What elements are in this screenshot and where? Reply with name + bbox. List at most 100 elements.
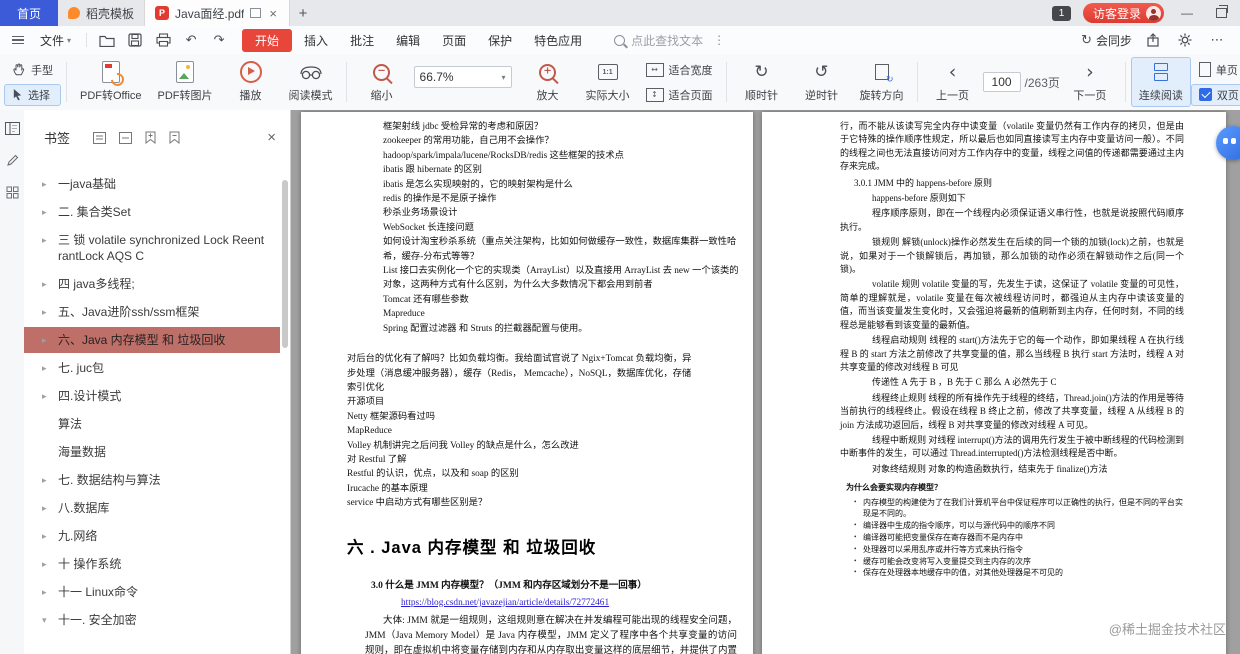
bookmark-panel-icon[interactable] bbox=[4, 120, 20, 136]
menu-tab[interactable]: 特色应用 bbox=[524, 29, 592, 52]
page-number-input[interactable] bbox=[982, 72, 1021, 92]
fit-page-button[interactable]: ↕ 适合页面 bbox=[638, 84, 721, 106]
read-mode-button[interactable]: 阅读模式 bbox=[281, 57, 341, 107]
bookmark-item[interactable]: 五、Java进阶ssh/ssm框架 bbox=[24, 299, 280, 325]
bookmark-item[interactable]: 七. juc包 bbox=[24, 355, 280, 381]
bookmarks-sidebar: 书签 × 一java基础二. 集合类Set三 锁 volatile synchr… bbox=[24, 110, 291, 654]
restore-button[interactable] bbox=[1210, 2, 1232, 24]
doc-paragraph: volatile 规则 volatile 变量的写，先发生于读，这保证了 vol… bbox=[840, 279, 1184, 330]
zoom-out-button[interactable]: 缩小 bbox=[352, 57, 412, 107]
select-label: 选择 bbox=[28, 89, 50, 102]
rotate-direction-icon bbox=[874, 64, 894, 85]
doc-text-line: zookeeper 的常用功能，自己用不会操作？ bbox=[383, 136, 554, 147]
bookmark-item[interactable]: 七. 数据结构与算法 bbox=[24, 467, 280, 493]
open-file-icon[interactable] bbox=[96, 29, 118, 51]
bookmark-item[interactable]: 海量数据 bbox=[24, 439, 280, 465]
tab-close-icon[interactable]: × bbox=[267, 6, 279, 21]
tab-window-icon[interactable] bbox=[250, 8, 262, 18]
new-tab-button[interactable]: + bbox=[290, 0, 316, 26]
wps-pdf-window: 首页 稻壳模板 Java面经.pdf × + 1 访客登录 — 文件 ▾ bbox=[0, 0, 1240, 654]
save-icon[interactable] bbox=[124, 29, 146, 51]
hand-tool-button[interactable]: 手型 bbox=[4, 59, 61, 81]
bookmark-item[interactable]: 二. 集合类Set bbox=[24, 199, 280, 225]
bookmark-item[interactable]: 九.网络 bbox=[24, 523, 280, 549]
minimize-button[interactable]: — bbox=[1176, 2, 1198, 24]
share-icon[interactable] bbox=[1142, 29, 1164, 51]
divider bbox=[345, 62, 347, 102]
hyperlink[interactable]: https://blog.csdn.net/javazejian/article… bbox=[401, 596, 753, 610]
undo-icon[interactable]: ↶ bbox=[180, 29, 202, 51]
select-tool-button[interactable]: 选择 bbox=[4, 83, 61, 106]
collapse-all-icon[interactable] bbox=[119, 131, 133, 144]
annotation-pen-icon[interactable] bbox=[4, 152, 20, 168]
actual-size-button[interactable]: 实际大小 bbox=[578, 57, 638, 107]
play-button[interactable]: 播放 bbox=[221, 57, 281, 107]
chevron-left-icon: ‹ bbox=[948, 61, 957, 83]
fit-width-button[interactable]: ↔ 适合宽度 bbox=[638, 59, 721, 81]
bookmark-item[interactable]: 十一 Linux命令 bbox=[24, 579, 280, 605]
bookmark-item[interactable]: 三 锁 volatile synchronized Lock Reent ran… bbox=[24, 227, 280, 269]
expand-all-icon[interactable] bbox=[93, 131, 107, 144]
menu-tab[interactable]: 页面 bbox=[432, 29, 476, 52]
zoom-level-select[interactable]: 66.7% ▾ bbox=[413, 66, 512, 88]
file-menu[interactable]: 文件 ▾ bbox=[34, 29, 77, 52]
bookmark-item[interactable]: 四.设计模式 bbox=[24, 383, 280, 409]
watermark: @稀土掘金技术社区 bbox=[1108, 622, 1226, 637]
bookmark-item[interactable]: 十 操作系统 bbox=[24, 551, 280, 577]
login-button[interactable]: 访客登录 bbox=[1082, 3, 1164, 23]
sidebar-header: 书签 × bbox=[24, 110, 290, 157]
zoom-in-button[interactable]: 放大 bbox=[518, 57, 578, 107]
menu-tab-strip: 开始 插入 批注 编辑 页面 保护 特色应用 bbox=[242, 28, 592, 52]
prev-page-button[interactable]: ‹ 上一页 bbox=[923, 57, 983, 107]
single-page-label: 单页 bbox=[1215, 64, 1238, 77]
rotate-cw-label: 顺时针 bbox=[745, 90, 779, 102]
rotate-direction-button[interactable]: 旋转方向 bbox=[852, 57, 912, 107]
settings-gear-icon[interactable] bbox=[1174, 29, 1196, 51]
tab-docer[interactable]: 稻壳模板 bbox=[58, 0, 144, 26]
close-sidebar-icon[interactable]: × bbox=[267, 130, 276, 145]
pdf-to-office-button[interactable]: PDF转Office bbox=[72, 57, 150, 107]
double-page-button[interactable]: 双页 ▾ bbox=[1190, 83, 1240, 106]
rotate-clockwise-button[interactable]: ↻ 顺时针 bbox=[732, 57, 792, 107]
rotate-counterclockwise-button[interactable]: ↺ 逆时针 bbox=[792, 57, 852, 107]
bookmark-item[interactable]: 算法 bbox=[24, 411, 280, 437]
menu-tab[interactable]: 编辑 bbox=[386, 29, 430, 52]
pdf-to-office-icon bbox=[101, 61, 120, 83]
scrollbar-thumb[interactable] bbox=[282, 180, 288, 348]
print-icon[interactable] bbox=[152, 29, 174, 51]
continuous-read-button[interactable]: 连续阅读 bbox=[1130, 57, 1191, 107]
more-options-icon[interactable]: ⋯ bbox=[1206, 29, 1228, 51]
menu-tab[interactable]: 插入 bbox=[294, 29, 338, 52]
bookmark-item[interactable]: 十一. 安全加密 bbox=[24, 607, 280, 633]
bookmark-item[interactable]: 六、Java 内存模型 和 垃圾回收 bbox=[24, 327, 280, 353]
delete-bookmark-icon[interactable] bbox=[169, 131, 180, 144]
thumbnail-grid-icon[interactable] bbox=[4, 184, 20, 200]
divider bbox=[1124, 62, 1126, 102]
doc-paragraph: 对象终结规则 对象的构造函数执行，结束先于 finalize()方法 bbox=[872, 463, 1108, 474]
search-box[interactable]: 点此查找文本 bbox=[614, 32, 703, 49]
bookmark-item[interactable]: 八.数据库 bbox=[24, 495, 280, 521]
single-page-button[interactable]: 单页 bbox=[1191, 59, 1240, 81]
global-menu-icon[interactable] bbox=[8, 32, 28, 49]
redo-icon[interactable]: ↷ bbox=[208, 29, 230, 51]
doc-text-line: MapReduce bbox=[347, 426, 392, 437]
search-more-icon[interactable]: ⋮ bbox=[709, 33, 729, 47]
menu-tab[interactable]: 保护 bbox=[478, 29, 522, 52]
next-page-button[interactable]: › 下一页 bbox=[1060, 57, 1120, 107]
bookmark-item[interactable]: 一java基础 bbox=[24, 171, 280, 197]
doc-paragraph: 锁规则 解锁(unlock)操作必然发生在后续的同一个锁的加锁(lock)之前，… bbox=[840, 237, 1184, 275]
add-bookmark-icon[interactable] bbox=[145, 131, 156, 144]
pdf-to-image-button[interactable]: PDF转图片 bbox=[150, 57, 221, 107]
tab-document[interactable]: Java面经.pdf × bbox=[144, 0, 290, 26]
doc-text-line: Restful 的认识，优点，以及和 soap 的区别 bbox=[347, 469, 519, 480]
bookmark-item[interactable]: 四 java多线程; bbox=[24, 271, 280, 297]
home-tab[interactable]: 首页 bbox=[0, 0, 58, 26]
docer-icon bbox=[68, 7, 80, 19]
menu-tab[interactable]: 批注 bbox=[340, 29, 384, 52]
doc-text-line: ibatis 跟 hibernate 的区别 bbox=[383, 165, 482, 176]
sync-button[interactable]: ↻ 会同步 bbox=[1081, 32, 1132, 49]
notification-badge[interactable]: 1 bbox=[1051, 5, 1071, 21]
menu-tab[interactable]: 开始 bbox=[242, 28, 293, 52]
document-canvas[interactable]: 框架射线 jdbc 受检异常的考虑和原因？ zookeeper 的常用功能，自己用… bbox=[291, 110, 1240, 654]
sidebar-scrollbar[interactable] bbox=[281, 172, 289, 650]
